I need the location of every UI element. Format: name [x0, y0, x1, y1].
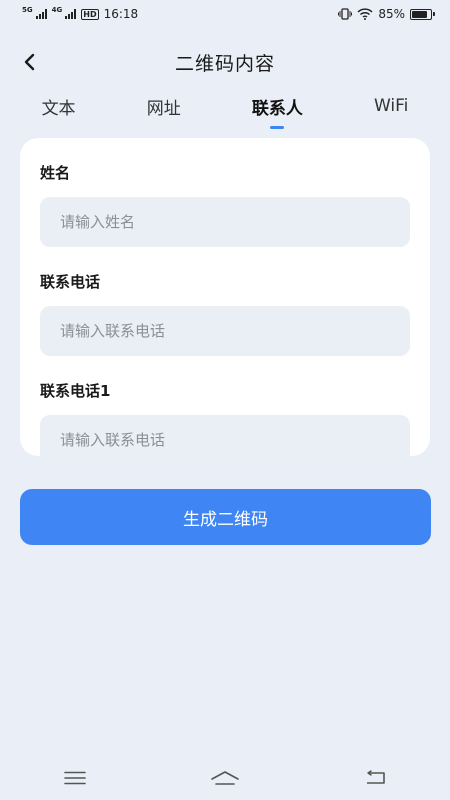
- tab-wifi[interactable]: WiFi: [364, 92, 418, 120]
- home-icon: [211, 771, 239, 785]
- menu-icon: [64, 771, 86, 785]
- tab-contact[interactable]: 联系人: [242, 90, 313, 129]
- vibrate-icon: [338, 8, 353, 20]
- nav-back-button[interactable]: [355, 763, 395, 793]
- phone-label: 联系电话: [40, 273, 101, 291]
- name-input[interactable]: [40, 197, 410, 247]
- phone1-label: 联系电话1: [40, 382, 111, 400]
- tab-text[interactable]: 文本: [32, 90, 86, 123]
- tab-label: 网址: [146, 98, 181, 119]
- hd-badge: HD: [81, 8, 99, 20]
- network-label-2: 4G: [51, 6, 63, 14]
- contact-form-card: 姓名 联系电话 联系电话1: [20, 138, 430, 465]
- network-label-1: 5G: [22, 6, 33, 14]
- active-tab-indicator: [270, 125, 285, 129]
- tab-label: WiFi: [373, 96, 409, 116]
- nav-menu-button[interactable]: [55, 763, 95, 793]
- chevron-left-icon: [24, 53, 35, 71]
- tab-label: 联系人: [251, 98, 303, 119]
- tab-url[interactable]: 网址: [137, 90, 191, 123]
- phone-input[interactable]: [40, 306, 410, 356]
- signal-icon-2: [65, 9, 77, 19]
- status-bar: 5G 4G HD 16:18 85%: [0, 0, 450, 28]
- header: 二维码内容: [0, 40, 450, 84]
- battery-icon: [410, 8, 435, 20]
- tab-label: 文本: [41, 98, 76, 119]
- nav-home-button[interactable]: [205, 763, 245, 793]
- generate-qr-button[interactable]: 生成二维码: [20, 489, 431, 545]
- name-label: 姓名: [40, 164, 71, 182]
- back-icon: [367, 770, 385, 784]
- status-time: 16:18: [103, 7, 139, 21]
- system-nav-bar: [0, 756, 450, 800]
- phone1-input[interactable]: [40, 415, 410, 465]
- status-left: 5G 4G HD 16:18: [22, 6, 139, 22]
- page-title: 二维码内容: [174, 52, 275, 75]
- back-button[interactable]: [16, 48, 44, 76]
- signal-icon: [35, 9, 47, 19]
- battery-percent: 85%: [378, 7, 405, 21]
- wifi-icon: [357, 8, 373, 20]
- status-right: 85%: [338, 7, 435, 21]
- tab-bar: 文本 网址 联系人 WiFi: [0, 86, 450, 129]
